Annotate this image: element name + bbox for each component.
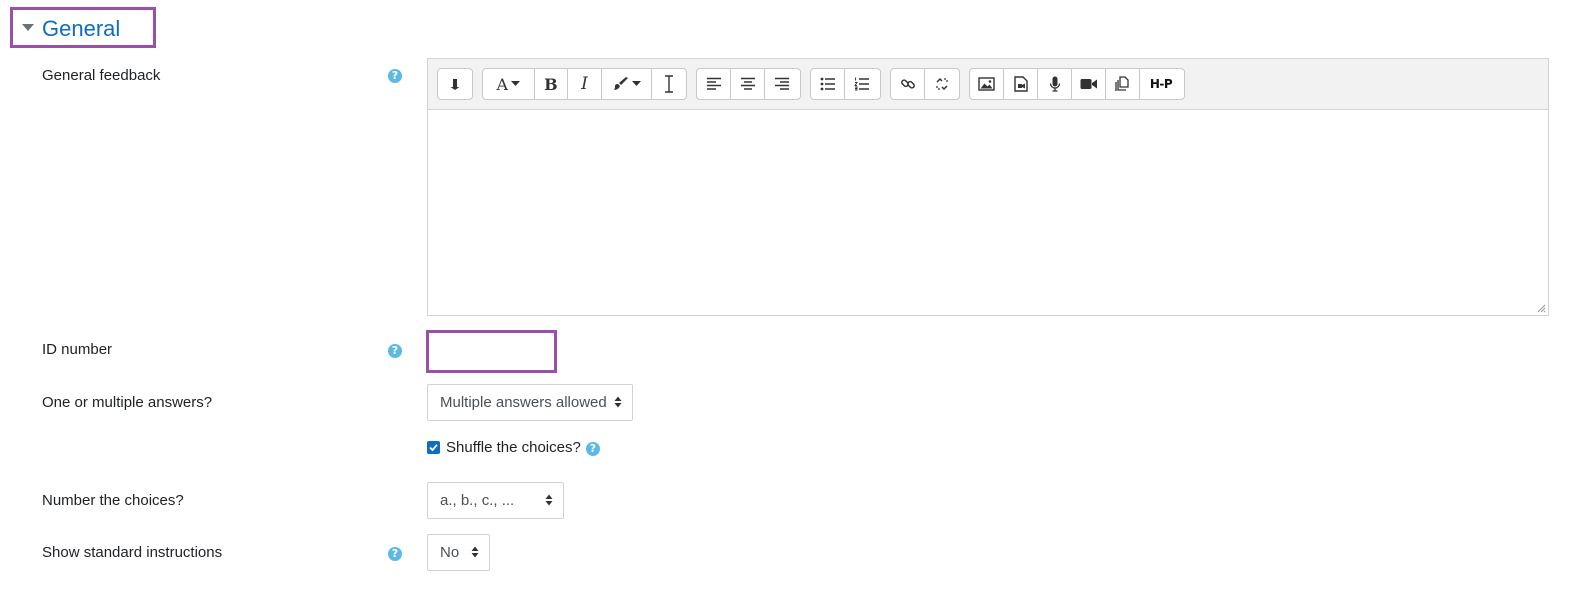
answers-select-value: Multiple answers allowed xyxy=(440,394,607,411)
toolbar-group-lists xyxy=(810,68,881,100)
toolbar-group-media: H-P xyxy=(969,68,1185,100)
bold-icon[interactable]: B xyxy=(535,69,569,99)
editor-toolbar: A B I H-P xyxy=(428,59,1548,110)
align-center-icon[interactable] xyxy=(731,69,765,99)
id-number-input[interactable] xyxy=(426,330,557,373)
align-right-icon[interactable] xyxy=(765,69,799,99)
id-number-label: ID number xyxy=(42,341,113,358)
ordered-list-icon[interactable] xyxy=(845,69,879,99)
check-icon xyxy=(429,444,438,452)
unlink-icon[interactable] xyxy=(925,69,959,99)
help-icon[interactable]: ? xyxy=(388,69,402,83)
select-arrows-icon xyxy=(545,494,553,506)
help-icon[interactable]: ? xyxy=(586,442,600,456)
numbering-select-value: a., b., c., ... xyxy=(440,492,515,509)
help-icon[interactable]: ? xyxy=(388,344,402,358)
instructions-select[interactable]: No xyxy=(427,534,490,571)
select-arrows-icon xyxy=(471,546,479,558)
link-icon[interactable] xyxy=(891,69,925,99)
toolbar-group-align xyxy=(696,68,801,100)
media-icon[interactable] xyxy=(1004,69,1038,99)
editor-content-area[interactable] xyxy=(428,110,1548,315)
toolbar-group-collapse xyxy=(437,68,473,100)
answers-select[interactable]: Multiple answers allowed xyxy=(427,384,633,421)
instructions-label: Show standard instructions xyxy=(42,544,223,561)
h5p-icon[interactable]: H-P xyxy=(1140,69,1182,99)
toolbar-group-format: A B I xyxy=(482,68,687,100)
italic-icon[interactable]: I xyxy=(568,69,602,99)
general-feedback-editor: A B I H-P xyxy=(427,58,1549,316)
text-color-icon[interactable] xyxy=(602,69,653,99)
numbering-select[interactable]: a., b., c., ... xyxy=(427,482,564,519)
manage-files-icon[interactable] xyxy=(1106,69,1140,99)
resize-grip-icon[interactable] xyxy=(1537,304,1546,313)
general-feedback-label: General feedback xyxy=(42,67,161,84)
numbering-label: Number the choices? xyxy=(42,492,184,509)
shuffle-label[interactable]: Shuffle the choices? xyxy=(446,438,581,458)
instructions-select-value: No xyxy=(440,544,460,561)
section-title[interactable]: General xyxy=(42,15,120,43)
unordered-list-icon[interactable] xyxy=(811,69,845,99)
shuffle-checkbox[interactable] xyxy=(427,441,440,454)
collapse-caret-icon[interactable] xyxy=(22,24,34,31)
record-video-icon[interactable] xyxy=(1072,69,1106,99)
help-icon[interactable]: ? xyxy=(388,547,402,561)
collapse-icon[interactable] xyxy=(438,69,472,99)
select-arrows-icon xyxy=(614,396,622,408)
image-icon[interactable] xyxy=(970,69,1004,99)
align-left-icon[interactable] xyxy=(697,69,731,99)
single-answer-label: One or multiple answers? xyxy=(42,394,213,411)
toolbar-group-links xyxy=(890,68,960,100)
clear-format-icon[interactable] xyxy=(652,69,686,99)
record-audio-icon[interactable] xyxy=(1038,69,1072,99)
font-style-icon[interactable]: A xyxy=(483,69,535,99)
